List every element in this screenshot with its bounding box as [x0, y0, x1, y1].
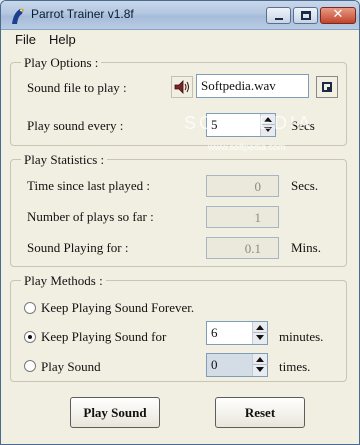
play-every-label: Play sound every :: [27, 118, 124, 133]
since-last-field: 0: [206, 175, 279, 197]
sound-file-field[interactable]: Softpedia.wav: [196, 74, 309, 98]
parrot-icon: [12, 8, 24, 24]
speaker-button[interactable]: [171, 76, 193, 98]
times-label[interactable]: Play Sound: [41, 359, 101, 375]
playing-for-unit: Mins.: [291, 240, 321, 255]
arrow-down-icon[interactable]: [256, 335, 264, 340]
radio-times[interactable]: [24, 360, 36, 372]
stop-button[interactable]: [316, 76, 338, 98]
menu-help[interactable]: Help: [49, 32, 76, 47]
for-label[interactable]: Keep Playing Sound for: [41, 329, 166, 345]
stop-icon: [322, 82, 332, 92]
times-value: 0: [211, 357, 218, 372]
play-statistics-title: Play Statistics :: [21, 152, 108, 168]
since-last-label: Time since last played :: [27, 178, 151, 193]
speaker-icon: [174, 80, 189, 94]
plays-label: Number of plays so far :: [27, 209, 154, 224]
since-last-unit: Secs.: [291, 178, 319, 193]
play-methods-title: Play Methods :: [21, 273, 106, 289]
watermark-url: www.softpedia.com: [208, 142, 286, 152]
title-bar[interactable]: Parrot Trainer v1.8f ✕: [1, 1, 359, 30]
radio-for[interactable]: [24, 331, 36, 343]
app-window: Parrot Trainer v1.8f ✕ File Help Play Op…: [0, 0, 360, 445]
minutes-spinner[interactable]: 6: [206, 321, 268, 345]
times-spinner[interactable]: 0: [206, 353, 268, 377]
minimize-button[interactable]: [266, 7, 291, 24]
minimize-icon: [275, 18, 283, 20]
play-sound-button[interactable]: Play Sound: [70, 397, 160, 428]
times-arrows[interactable]: [252, 354, 268, 376]
minutes-unit: minutes.: [279, 329, 324, 344]
play-options-title: Play Options :: [21, 55, 102, 71]
radio-forever[interactable]: [24, 302, 36, 314]
watermark-text: SOFTPEDIA: [184, 113, 314, 133]
window-title: Parrot Trainer v1.8f: [31, 7, 134, 21]
sound-file-label: Sound file to play :: [27, 80, 127, 95]
close-button[interactable]: ✕: [320, 7, 356, 24]
close-icon: ✕: [332, 7, 344, 22]
playing-for-label: Sound Playing for :: [27, 240, 129, 255]
reset-button[interactable]: Reset: [215, 397, 305, 428]
menu-file[interactable]: File: [15, 32, 36, 47]
plays-field: 1: [206, 206, 279, 228]
arrow-up-icon[interactable]: [256, 325, 264, 330]
maximize-icon: [301, 11, 311, 20]
forever-label[interactable]: Keep Playing Sound Forever.: [41, 300, 194, 316]
maximize-button[interactable]: [293, 7, 318, 24]
times-unit: times.: [279, 359, 311, 374]
minutes-arrows[interactable]: [252, 322, 268, 344]
playing-for-field: 0.1: [206, 237, 279, 259]
arrow-up-icon[interactable]: [256, 357, 264, 362]
minutes-value: 6: [211, 325, 218, 340]
menu-bar: File Help: [1, 30, 359, 49]
arrow-down-icon[interactable]: [256, 367, 264, 372]
